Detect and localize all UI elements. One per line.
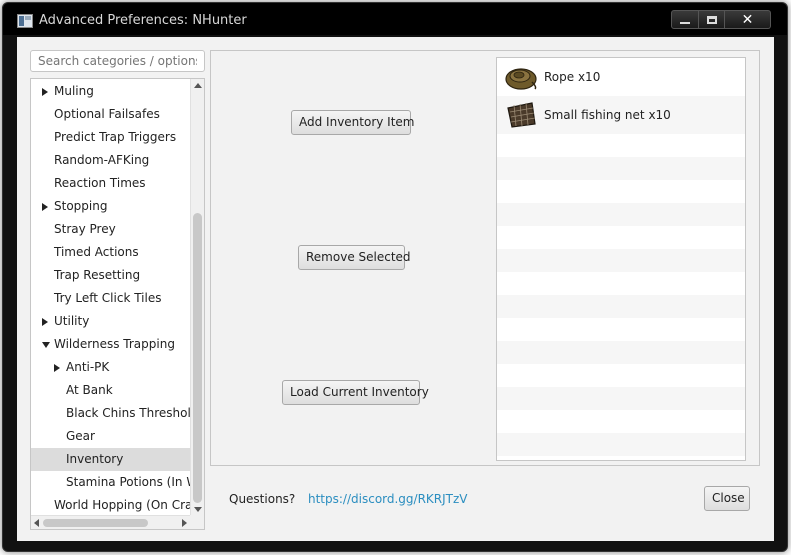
questions-label: Questions?	[229, 492, 296, 506]
tree-item[interactable]: Utility	[31, 310, 191, 333]
category-list: Muling Optional Failsafes Predict Trap Tri…	[31, 79, 191, 516]
search-input[interactable]	[30, 50, 205, 72]
empty-list-row	[497, 387, 745, 410]
add-inventory-item-button[interactable]: Add Inventory Item	[291, 110, 415, 135]
tree-item[interactable]: Inventory	[31, 448, 191, 471]
list-item[interactable]: Small fishing net x10	[497, 96, 745, 134]
close-window-button[interactable]: ✕	[725, 10, 771, 29]
empty-list-row	[497, 226, 745, 249]
empty-list-row	[497, 203, 745, 226]
maximize-icon	[706, 15, 717, 24]
empty-list-row	[497, 341, 745, 364]
remove-selected-button[interactable]: Remove Selected	[298, 245, 411, 270]
chevron-right-icon[interactable]	[42, 203, 48, 211]
tree-item-label: Muling	[54, 84, 94, 98]
inventory-item-label: Rope x10	[544, 70, 601, 84]
window-controls: ✕	[671, 10, 771, 30]
scroll-up-icon[interactable]	[194, 83, 202, 88]
scroll-left-icon[interactable]	[34, 519, 39, 527]
empty-list-row	[497, 364, 745, 387]
tree-item-label: Predict Trap Triggers	[54, 130, 177, 144]
tree-item[interactable]: Predict Trap Triggers	[31, 126, 191, 149]
tree-item-label: Wilderness Trapping	[54, 337, 175, 351]
scrollbar-corner	[190, 515, 204, 529]
tree-item-label: Random-AFKing	[54, 153, 150, 167]
category-tree: Muling Optional Failsafes Predict Trap Tri…	[30, 78, 205, 530]
tree-item[interactable]: Gear	[31, 425, 191, 448]
tree-item[interactable]: Trap Resetting	[31, 264, 191, 287]
tree-item-label: Stopping	[54, 199, 108, 213]
tree-item-label: World Hopping (On Crash)	[54, 498, 191, 512]
empty-list-row	[497, 318, 745, 341]
tree-item[interactable]: Black Chins Threshold	[31, 402, 191, 425]
maximize-button[interactable]	[699, 10, 725, 29]
scroll-down-icon[interactable]	[194, 507, 202, 512]
chevron-right-icon[interactable]	[54, 364, 60, 372]
tree-item[interactable]: At Bank	[31, 379, 191, 402]
inventory-item-label: Small fishing net x10	[544, 108, 671, 122]
vertical-scroll-thumb[interactable]	[193, 213, 202, 503]
tree-item-label: Utility	[54, 314, 90, 328]
horizontal-scrollbar[interactable]	[31, 515, 204, 529]
tree-item-label: Gear	[66, 429, 95, 443]
empty-list-row	[497, 180, 745, 203]
horizontal-scroll-thumb[interactable]	[43, 519, 148, 527]
tree-item[interactable]: Stray Prey	[31, 218, 191, 241]
tree-item[interactable]: Muling	[31, 80, 191, 103]
title-bar[interactable]: Advanced Preferences: NHunter ✕	[3, 3, 787, 35]
tree-item[interactable]: Stopping	[31, 195, 191, 218]
minimize-icon	[680, 21, 690, 24]
empty-list-row	[497, 249, 745, 272]
tree-item-label: Stamina Potions (In Wilderness)	[66, 475, 191, 489]
fishing-net-icon	[507, 102, 536, 128]
empty-list-row	[497, 157, 745, 180]
window-title: Advanced Preferences: NHunter	[39, 13, 247, 28]
inventory-panel: Add Inventory Item Remove Selected Load …	[210, 50, 760, 466]
vertical-scrollbar[interactable]	[190, 79, 204, 516]
close-icon: ✕	[741, 11, 754, 28]
tree-item-label: Reaction Times	[54, 176, 146, 190]
tree-item-label: Try Left Click Tiles	[54, 291, 162, 305]
list-item[interactable]: Rope x10	[497, 58, 745, 96]
tree-item-label: Black Chins Threshold	[66, 406, 191, 420]
tree-item[interactable]: Random-AFKing	[31, 149, 191, 172]
tree-item[interactable]: World Hopping (On Crash)	[31, 494, 191, 516]
chevron-right-icon[interactable]	[42, 318, 48, 326]
tree-item[interactable]: Try Left Click Tiles	[31, 287, 191, 310]
minimize-button[interactable]	[671, 10, 699, 29]
empty-list-row	[497, 433, 745, 456]
scroll-right-icon[interactable]	[182, 519, 187, 527]
discord-link[interactable]: https://discord.gg/RKRJTzV	[308, 492, 468, 506]
empty-list-row	[497, 295, 745, 318]
empty-list-row	[497, 456, 745, 460]
tree-item-label: Timed Actions	[54, 245, 139, 259]
client-area: Muling Optional Failsafes Predict Trap Tri…	[17, 37, 774, 541]
app-window-icon	[17, 14, 33, 28]
empty-list-row	[497, 134, 745, 157]
tree-item[interactable]: Optional Failsafes	[31, 103, 191, 126]
empty-list-row	[497, 410, 745, 433]
tree-item[interactable]: Reaction Times	[31, 172, 191, 195]
inventory-list[interactable]: Rope x10 Small fishing net x10	[496, 57, 746, 461]
tree-item[interactable]: Wilderness Trapping	[31, 333, 191, 356]
tree-item[interactable]: Anti-PK	[31, 356, 191, 379]
close-button[interactable]: Close	[704, 486, 750, 511]
tree-item-label: Optional Failsafes	[54, 107, 160, 121]
load-current-inventory-button[interactable]: Load Current Inventory	[282, 380, 429, 405]
rope-icon	[505, 68, 537, 90]
tree-item-label: At Bank	[66, 383, 113, 397]
preferences-window: Advanced Preferences: NHunter ✕ Muling Op…	[2, 2, 788, 552]
chevron-down-icon[interactable]	[42, 342, 50, 348]
tree-item[interactable]: Timed Actions	[31, 241, 191, 264]
tree-item-label: Anti-PK	[66, 360, 110, 374]
tree-item-label: Inventory	[66, 452, 124, 466]
tree-item-label: Stray Prey	[54, 222, 116, 236]
tree-item[interactable]: Stamina Potions (In Wilderness)	[31, 471, 191, 494]
chevron-right-icon[interactable]	[42, 88, 48, 96]
tree-item-label: Trap Resetting	[54, 268, 141, 282]
empty-list-row	[497, 272, 745, 295]
